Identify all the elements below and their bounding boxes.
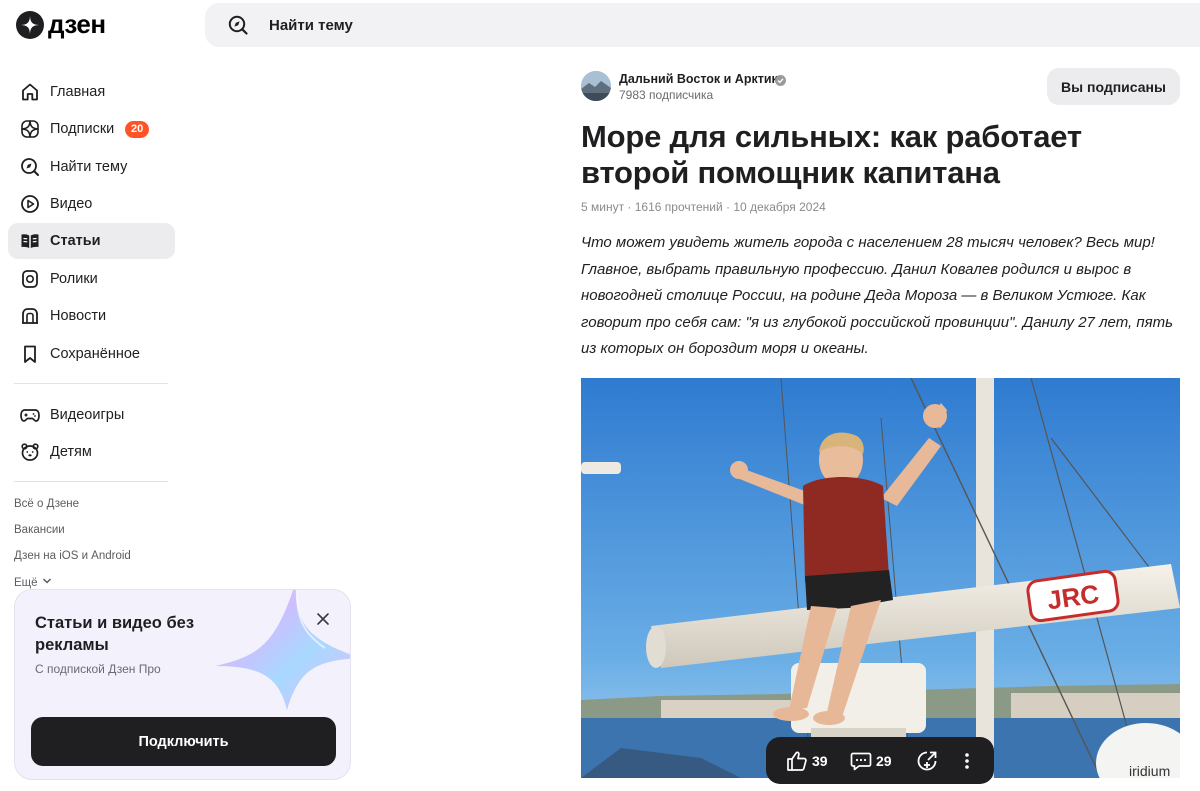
connect-button[interactable]: Подключить xyxy=(31,717,336,766)
verified-icon xyxy=(775,73,786,86)
sidebar-item-label: Видео xyxy=(50,196,93,212)
comment-count: 29 xyxy=(876,752,892,769)
sidebar-item-video[interactable]: Видео xyxy=(8,186,175,222)
article-photo[interactable]: JRC iridium xyxy=(581,378,1180,778)
dome-brand-label: iridium xyxy=(1129,763,1170,778)
sidebar-item-label: Главная xyxy=(50,84,106,100)
compass-icon xyxy=(20,157,40,177)
channel-subscribers: 7983 подписчика xyxy=(619,88,714,102)
promo-card: Статьи и видео без рекламы С подпиской Д… xyxy=(14,589,351,780)
sidebar-item-articles[interactable]: Статьи xyxy=(8,223,175,259)
thumbs-up-icon xyxy=(786,750,808,772)
share-button[interactable] xyxy=(916,737,938,784)
header: дзен xyxy=(0,0,1200,56)
sidebar-item-label: Видеоигры xyxy=(50,407,125,423)
sidebar-divider xyxy=(14,481,168,482)
home-icon xyxy=(20,82,40,102)
like-button[interactable]: 39 xyxy=(786,737,828,784)
bookmark-icon xyxy=(20,344,40,364)
search-bar[interactable] xyxy=(205,3,1200,47)
sidebar-item-label: Детям xyxy=(50,444,92,460)
sidebar-item-label: Сохранённое xyxy=(50,346,140,362)
shorts-icon xyxy=(20,269,40,289)
chevron-down-icon xyxy=(42,576,52,589)
like-count: 39 xyxy=(812,752,828,769)
sidebar-item-label: Статьи xyxy=(50,233,101,249)
reactions-bar: 39 29 xyxy=(766,737,994,784)
channel-name[interactable]: Дальний Восток и Арктика xyxy=(619,72,785,86)
news-icon xyxy=(20,306,40,326)
close-icon[interactable] xyxy=(313,609,333,629)
sidebar-item-saved[interactable]: Сохранённое xyxy=(8,336,175,372)
article-meta: 5 минут · 1616 прочтений · 10 декабря 20… xyxy=(581,200,826,214)
more-options-button[interactable] xyxy=(962,737,972,784)
articles-icon xyxy=(20,231,40,251)
sidebar-item-find-topic[interactable]: Найти тему xyxy=(8,149,175,185)
sidebar-item-label: Новости xyxy=(50,308,107,324)
sidebar-item-news[interactable]: Новости xyxy=(8,298,175,334)
logo-text: дзен xyxy=(48,9,106,39)
comments-button[interactable]: 29 xyxy=(850,737,892,784)
sidebar-item-shorts[interactable]: Ролики xyxy=(8,261,175,297)
sidebar-item-subscriptions[interactable]: Подписки 20 xyxy=(8,111,175,147)
comment-icon xyxy=(850,750,872,772)
subscriptions-icon xyxy=(20,119,40,139)
sidebar-item-label: Найти тему xyxy=(50,159,128,175)
search-compass-icon xyxy=(227,14,249,36)
sidebar-item-videogames[interactable]: Видеоигры xyxy=(8,397,175,433)
article-lead: Что может увидеть житель города с населе… xyxy=(581,234,1174,357)
subscribed-button[interactable]: Вы подписаны xyxy=(1047,68,1180,105)
footer-more-label: Ещё xyxy=(14,576,38,589)
sidebar-item-label: Ролики xyxy=(50,271,98,287)
footer-link-jobs[interactable]: Вакансии xyxy=(14,524,65,536)
sidebar-item-kids[interactable]: Детям xyxy=(8,434,175,470)
promo-subtitle: С подпиской Дзен Про xyxy=(35,662,161,676)
footer-link-about[interactable]: Всё о Дзене xyxy=(14,498,79,510)
sidebar-item-home[interactable]: Главная xyxy=(8,74,175,110)
search-input[interactable] xyxy=(269,16,869,34)
promo-title: Статьи и видео без рекламы xyxy=(35,614,195,654)
channel-avatar[interactable] xyxy=(581,71,611,101)
kids-bear-icon xyxy=(20,442,40,462)
more-vertical-icon xyxy=(962,750,972,772)
footer-link-apps[interactable]: Дзен на iOS и Android xyxy=(14,550,131,562)
dzen-logo[interactable]: дзен xyxy=(16,9,106,40)
gamepad-icon xyxy=(20,405,40,425)
footer-link-more[interactable]: Ещё xyxy=(14,576,52,589)
subscriptions-count-badge: 20 xyxy=(125,121,150,138)
play-icon xyxy=(20,194,40,214)
sidebar-divider xyxy=(14,383,168,384)
sidebar-item-label: Подписки xyxy=(50,121,115,137)
share-icon xyxy=(916,750,938,772)
article-title: Море для сильных: как работает второй по… xyxy=(581,119,1082,190)
dzen-star-icon xyxy=(16,10,44,39)
